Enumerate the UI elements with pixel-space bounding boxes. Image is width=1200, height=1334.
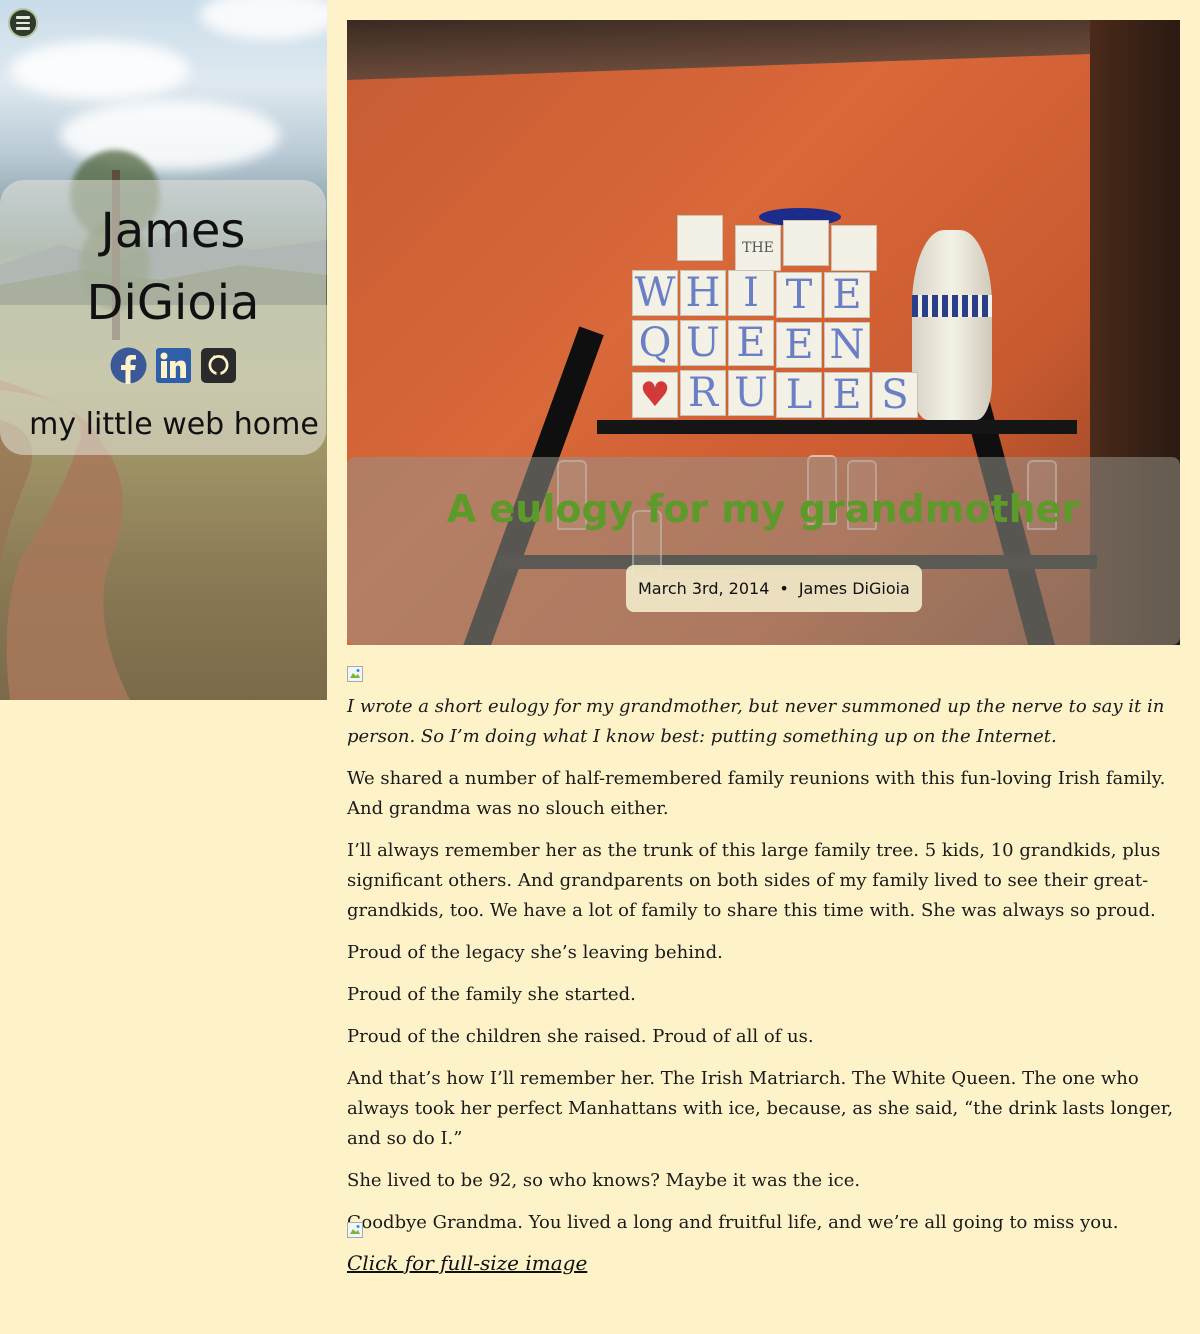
meta-separator: • xyxy=(779,579,789,598)
hamburger-menu-icon xyxy=(16,21,30,25)
broken-image-icon[interactable] xyxy=(347,1222,363,1238)
toy-block: W xyxy=(632,270,678,316)
site-tagline: my little web home xyxy=(29,407,319,442)
post-paragraph: And that’s how I’ll remember her. The Ir… xyxy=(347,1068,1174,1149)
post-paragraph: Proud of the legacy she’s leaving behind… xyxy=(347,942,723,963)
post-meta: March 3rd, 2014 • James DiGioia xyxy=(626,565,922,612)
site-name: James DiGioia xyxy=(86,203,260,331)
toy-block: E xyxy=(824,272,870,318)
github-link[interactable] xyxy=(200,347,237,384)
post-author: James DiGioia xyxy=(798,579,910,598)
hero-image-vase xyxy=(912,230,992,420)
linkedin-link[interactable] xyxy=(155,347,192,384)
toy-block: U xyxy=(728,370,774,416)
toy-block: L xyxy=(776,372,822,418)
cloud-image xyxy=(10,40,190,100)
post-paragraph: She lived to be 92, so who knows? Maybe … xyxy=(347,1170,861,1191)
post-paragraph: We shared a number of half-remembered fa… xyxy=(347,768,1166,819)
post-intro: I wrote a short eulogy for my grandmothe… xyxy=(347,696,1165,747)
toy-block: S xyxy=(872,372,918,418)
hero-image-vase-band xyxy=(912,295,992,317)
toy-block xyxy=(677,215,723,261)
toy-block xyxy=(783,220,829,266)
post-title: A eulogy for my grandmother xyxy=(446,487,1081,531)
menu-button[interactable] xyxy=(8,8,38,38)
facebook-link[interactable] xyxy=(110,347,147,384)
toy-block: Q xyxy=(632,320,678,366)
toy-block xyxy=(831,225,877,271)
sidebar: James DiGioia my little web home xyxy=(0,0,327,700)
toy-block: I xyxy=(728,270,774,316)
post-paragraph: Proud of the children she raised. Proud … xyxy=(347,1026,814,1047)
full-size-image-link[interactable]: Click for full-size image xyxy=(347,1248,587,1278)
toy-block: R xyxy=(680,370,726,416)
social-links xyxy=(110,347,237,384)
broken-image-icon xyxy=(347,666,363,682)
facebook-icon xyxy=(110,347,147,384)
linkedin-icon xyxy=(156,348,191,383)
toy-block: E xyxy=(824,372,870,418)
toy-block: E xyxy=(728,320,774,366)
cloud-image xyxy=(200,0,327,40)
post-date: March 3rd, 2014 xyxy=(638,579,770,598)
hero-image-shelf xyxy=(597,420,1077,434)
github-icon xyxy=(201,348,236,383)
hamburger-menu-icon xyxy=(16,27,30,30)
toy-block: E xyxy=(776,322,822,368)
post-paragraph: I’ll always remember her as the trunk of… xyxy=(347,840,1161,921)
toy-block: THE xyxy=(735,225,781,271)
post-content: I wrote a short eulogy for my grandmothe… xyxy=(347,692,1180,1250)
toy-block: U xyxy=(680,320,726,366)
post-paragraph: Proud of the family she started. xyxy=(347,984,636,1005)
toy-block: N xyxy=(824,322,870,368)
hero-image-beam xyxy=(347,20,1180,81)
hamburger-menu-icon xyxy=(16,16,30,19)
toy-block: T xyxy=(776,272,822,318)
site-identity-card: James DiGioia my little web home xyxy=(0,180,326,455)
toy-block: H xyxy=(680,270,726,316)
post-hero: THE W H I T E Q U E E N ♥ R U L E S A eu… xyxy=(347,20,1180,645)
heart-icon: ♥ xyxy=(632,372,678,418)
post-paragraph: Goodbye Grandma. You lived a long and fr… xyxy=(347,1212,1119,1233)
